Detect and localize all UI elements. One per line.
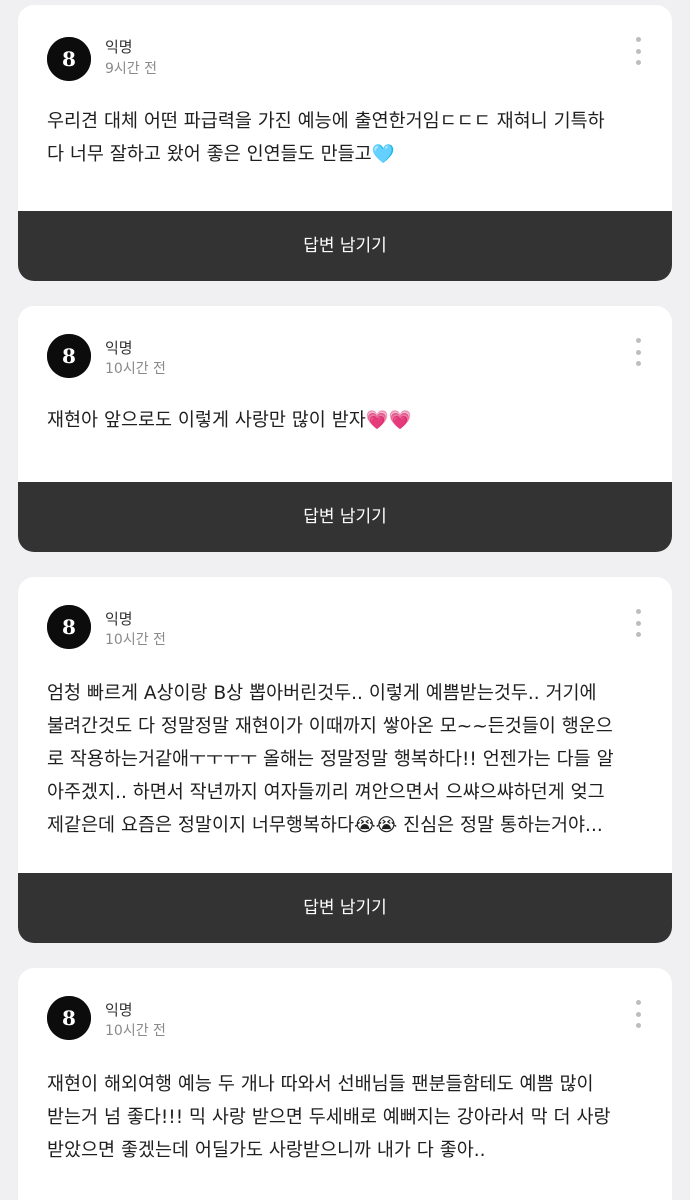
post-time: 10시간 전: [105, 361, 166, 377]
avatar: 8: [47, 605, 91, 649]
author-name: 익명: [105, 1001, 133, 1019]
more-vertical-icon[interactable]: [630, 37, 646, 65]
logo-icon: 8: [47, 996, 91, 1040]
avatar: 8: [47, 334, 91, 378]
post-body: 엄청 빠르게 A상이랑 B상 뽑아버린것두.. 이렇게 예쁨받는것두.. 거기에…: [47, 683, 614, 836]
logo-icon: 8: [47, 334, 91, 378]
svg-text:8: 8: [62, 344, 76, 368]
post-time: 9시간 전: [105, 61, 157, 77]
more-vertical-icon[interactable]: [630, 1000, 646, 1028]
answer-card: 8 익명 9시간 전 우리견 대체 어떤 파급력을 가진 예능에 출연한거임ㄷㄷ…: [18, 5, 672, 281]
author-name: 익명: [105, 339, 133, 357]
author-name: 익명: [105, 610, 133, 628]
post-time: 10시간 전: [105, 1023, 166, 1039]
logo-icon: 8: [47, 37, 91, 81]
post-body: 재현이 해외여행 예능 두 개나 따와서 선배님들 팬분들함테도 예쁨 많이 받…: [47, 1074, 611, 1161]
logo-icon: 8: [47, 605, 91, 649]
card-header: 8 익명 10시간 전: [18, 577, 672, 669]
answer-card: 8 익명 10시간 전 재현이 해외여행 예능 두 개나 따와서 선배님들 팬분…: [18, 968, 672, 1200]
answer-card: 8 익명 10시간 전 재현아 앞으로도 이렇게 사랑만 많이 받자💗💗 답변 …: [18, 306, 672, 552]
answer-feed: 8 익명 9시간 전 우리견 대체 어떤 파급력을 가진 예능에 출연한거임ㄷㄷ…: [0, 0, 690, 1200]
card-header: 8 익명 9시간 전: [18, 5, 672, 97]
reply-button[interactable]: 답변 남기기: [18, 482, 672, 552]
avatar: 8: [47, 37, 91, 81]
card-header: 8 익명 10시간 전: [18, 968, 672, 1060]
card-header: 8 익명 10시간 전: [18, 306, 672, 398]
svg-text:8: 8: [62, 1006, 76, 1030]
svg-text:8: 8: [62, 47, 76, 71]
author-name: 익명: [105, 38, 133, 56]
more-vertical-icon[interactable]: [630, 338, 646, 366]
answer-card: 8 익명 10시간 전 엄청 빠르게 A상이랑 B상 뽑아버린것두.. 이렇게 …: [18, 577, 672, 943]
avatar: 8: [47, 996, 91, 1040]
reply-button[interactable]: 답변 남기기: [18, 211, 672, 281]
reply-button[interactable]: 답변 남기기: [18, 873, 672, 943]
post-body: 재현아 앞으로도 이렇게 사랑만 많이 받자💗💗: [47, 410, 412, 431]
post-time: 10시간 전: [105, 632, 166, 648]
more-vertical-icon[interactable]: [630, 609, 646, 637]
svg-text:8: 8: [62, 615, 76, 639]
post-body: 우리견 대체 어떤 파급력을 가진 예능에 출연한거임ㄷㄷㄷ 재혀니 기특하 다…: [47, 111, 605, 165]
